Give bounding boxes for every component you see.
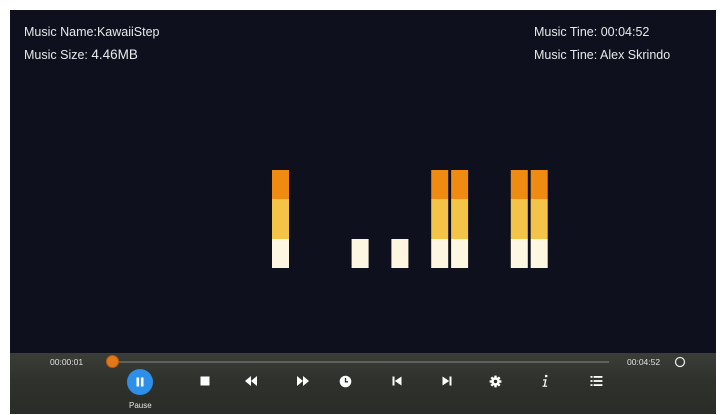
spectrum-bar-low — [530, 239, 548, 268]
playlist-icon — [590, 376, 602, 386]
spectrum-bar-high — [510, 170, 528, 199]
pause-label: Pause — [129, 401, 152, 410]
spectrum-bar-high — [451, 170, 469, 199]
sleep-timer-button[interactable] — [334, 370, 356, 392]
total-time: 00:04:52 — [627, 357, 661, 367]
spectrum-bar-high — [431, 170, 449, 199]
fast-forward-icon — [297, 376, 309, 386]
spectrum-bar-low — [510, 239, 528, 268]
control-bar: 00:00:01 00:04:52 Pause — [10, 353, 716, 414]
spectrum-bar-mid — [530, 199, 548, 239]
spectrum-bar-mid — [510, 199, 528, 239]
spectrum-bar-mid — [431, 199, 449, 239]
screen: Music Name:KawaiiStep Music Size: 4.46MB… — [0, 0, 727, 415]
rewind-button[interactable] — [240, 370, 262, 392]
progress-track[interactable] — [113, 361, 609, 363]
info-icon — [542, 374, 548, 387]
spectrum-bar-low — [351, 239, 369, 268]
spectrum-bar-mid — [451, 199, 469, 239]
spectrum-bar-low — [431, 239, 449, 268]
pause-icon — [136, 377, 144, 387]
current-time: 00:00:01 — [50, 357, 84, 367]
spectrum-bar-mid — [272, 199, 289, 239]
next-button[interactable] — [436, 370, 458, 392]
clock-icon — [339, 375, 351, 387]
playlist-button[interactable] — [585, 370, 607, 392]
gear-icon — [489, 375, 501, 387]
skip-previous-icon — [392, 376, 402, 386]
stop-icon — [200, 376, 210, 386]
rewind-icon — [245, 376, 257, 386]
info-button[interactable] — [534, 370, 556, 392]
spectrum-bar-low — [272, 239, 289, 268]
spectrum-bar-low — [451, 239, 469, 268]
progress-knob[interactable] — [107, 356, 118, 367]
settings-button[interactable] — [484, 370, 506, 392]
spectrum-bar-high — [530, 170, 548, 199]
previous-button[interactable] — [386, 370, 408, 392]
repeat-icon[interactable] — [674, 355, 686, 368]
skip-next-icon — [442, 376, 452, 386]
spectrum-bar-high — [272, 170, 289, 199]
stop-button[interactable] — [194, 370, 216, 392]
spectrum-bar-low — [391, 239, 409, 268]
pause-button[interactable] — [127, 369, 153, 395]
fast-forward-button[interactable] — [292, 370, 314, 392]
music-player: Music Name:KawaiiStep Music Size: 4.46MB… — [10, 10, 716, 414]
